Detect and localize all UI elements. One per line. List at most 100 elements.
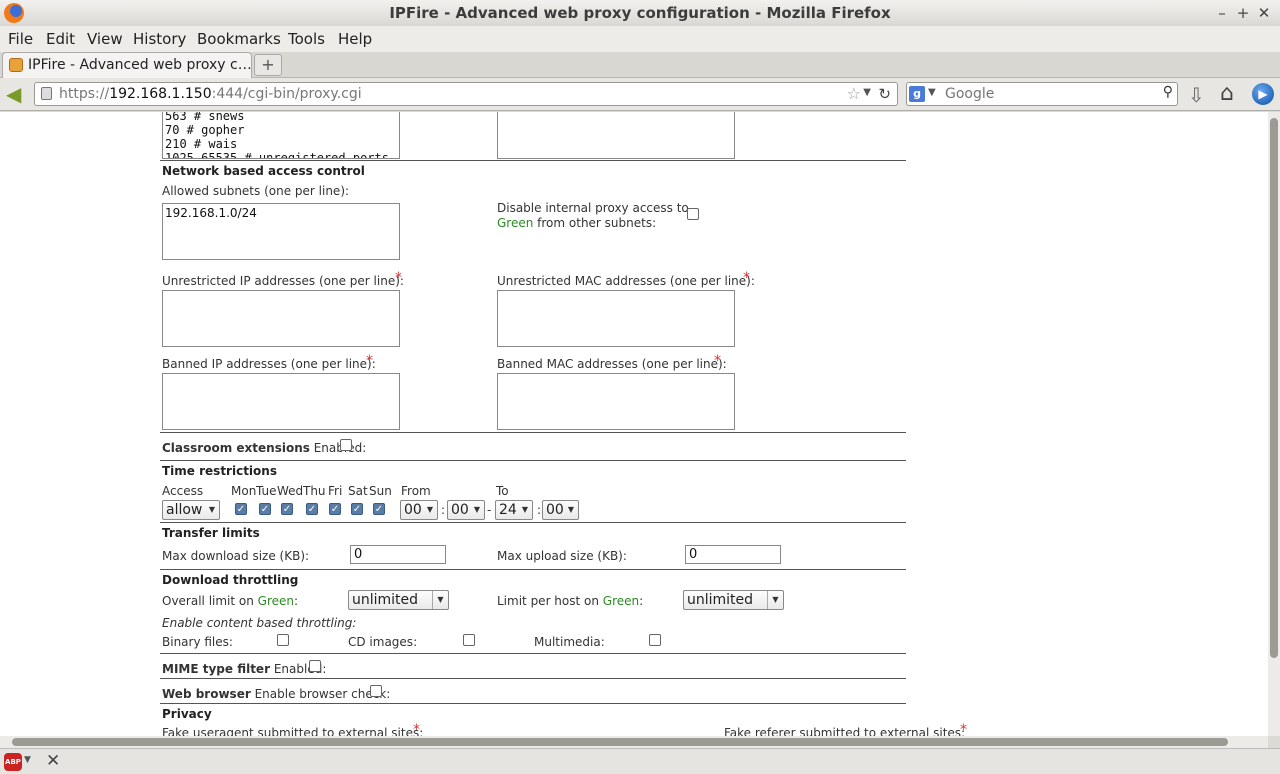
day-sun-checkbox[interactable]: ✓ xyxy=(373,503,385,515)
close-addon-bar-icon[interactable]: ✕ xyxy=(46,751,60,771)
navigation-toolbar: ◀ https://192.168.1.150:444/cgi-bin/prox… xyxy=(0,78,1280,111)
chevron-down-icon: ▼ xyxy=(567,505,575,514)
access-select-value: allow xyxy=(166,502,203,518)
day-tue-checkbox[interactable]: ✓ xyxy=(259,503,271,515)
horizontal-scrollbar[interactable] xyxy=(0,736,1268,748)
reload-icon[interactable]: ↻ xyxy=(878,85,891,103)
allowed-subnets-textarea[interactable] xyxy=(162,203,400,260)
menu-edit[interactable]: Edit xyxy=(46,30,75,48)
unrestricted-mac-label: Unrestricted MAC addresses (one per line… xyxy=(497,274,755,288)
access-select[interactable]: allow ▼ xyxy=(162,500,220,520)
chevron-down-icon: ▼ xyxy=(432,591,448,609)
day-fri-checkbox[interactable]: ✓ xyxy=(329,503,341,515)
tab-ipfire-proxy[interactable]: IPFire - Advanced web proxy c… xyxy=(2,52,252,79)
vertical-scrollbar[interactable] xyxy=(1268,112,1280,736)
bookmark-star-icon[interactable]: ☆ xyxy=(847,84,861,103)
mime-enabled-checkbox[interactable] xyxy=(309,660,321,672)
section-network-access: Network based access control xyxy=(162,164,365,178)
new-tab-button[interactable]: + xyxy=(254,54,282,76)
green-zone-text: Green xyxy=(602,594,640,608)
per-host-limit-select[interactable]: unlimited ▼ xyxy=(683,590,784,610)
menu-history[interactable]: History xyxy=(133,30,186,48)
home-icon[interactable]: ⌂ xyxy=(1220,81,1234,106)
banned-mac-label: Banned MAC addresses (one per line): xyxy=(497,357,727,371)
required-mark: * xyxy=(960,722,967,736)
to-label: To xyxy=(496,484,509,498)
ipfire-favicon-icon xyxy=(9,58,23,72)
required-mark: * xyxy=(366,353,373,369)
url-path: :444/cgi-bin/proxy.cgi xyxy=(211,86,362,102)
max-download-input[interactable] xyxy=(350,545,446,564)
to-minute-value: 00 xyxy=(546,502,564,518)
unrestricted-mac-textarea[interactable] xyxy=(497,290,735,347)
search-engine-dropdown-icon[interactable]: ▼ xyxy=(928,87,936,98)
cd-images-checkbox[interactable] xyxy=(463,634,475,646)
max-upload-input[interactable] xyxy=(685,545,781,564)
day-sat-checkbox[interactable]: ✓ xyxy=(351,503,363,515)
divider xyxy=(160,678,906,679)
menu-view[interactable]: View xyxy=(87,30,123,48)
back-arrow-icon[interactable]: ◀ xyxy=(6,84,28,106)
minimize-button[interactable]: – xyxy=(1212,0,1232,26)
menu-file[interactable]: File xyxy=(8,30,33,48)
disable-internal-label-line1: Disable internal proxy access to xyxy=(497,201,689,215)
disable-internal-checkbox[interactable] xyxy=(687,208,699,220)
day-wed-checkbox[interactable]: ✓ xyxy=(281,503,293,515)
day-thu-checkbox[interactable]: ✓ xyxy=(306,503,318,515)
divider xyxy=(160,432,906,433)
overall-limit-value: unlimited xyxy=(352,592,419,608)
horizontal-scroll-thumb[interactable] xyxy=(12,738,1228,746)
close-window-button[interactable]: ✕ xyxy=(1254,0,1274,26)
divider xyxy=(160,522,906,523)
url-bar[interactable]: https://192.168.1.150:444/cgi-bin/proxy.… xyxy=(34,82,898,106)
maximize-button[interactable]: + xyxy=(1233,0,1253,26)
browser-check-checkbox[interactable] xyxy=(370,685,382,697)
per-host-limit-value: unlimited xyxy=(687,592,754,608)
menu-bar: File Edit View History Bookmarks Tools H… xyxy=(0,26,1280,52)
url-history-dropdown-icon[interactable]: ▼ xyxy=(863,87,871,98)
day-mon-checkbox[interactable]: ✓ xyxy=(235,503,247,515)
ssl-ports-textarea[interactable] xyxy=(497,112,735,159)
menu-help[interactable]: Help xyxy=(338,30,372,48)
adblock-plus-icon[interactable]: ABP xyxy=(4,753,22,771)
classroom-enabled-checkbox[interactable] xyxy=(340,439,352,451)
fake-referer-label: Fake referer submitted to external sites… xyxy=(724,726,966,736)
vertical-scroll-thumb[interactable] xyxy=(1270,118,1278,658)
banned-ip-textarea[interactable] xyxy=(162,373,400,430)
search-magnifier-icon[interactable]: ⚲ xyxy=(1163,84,1173,100)
multimedia-checkbox[interactable] xyxy=(649,634,661,646)
required-mark: * xyxy=(413,722,420,736)
from-minute-select[interactable]: 00 ▼ xyxy=(447,500,485,520)
banned-mac-textarea[interactable] xyxy=(497,373,735,430)
day-tue-label: Tue xyxy=(256,484,277,498)
fake-useragent-label: Fake useragent submitted to external sit… xyxy=(162,726,424,736)
adblock-dropdown-icon[interactable]: ▼ xyxy=(24,755,31,765)
per-host-limit-label: Limit per host on Green: xyxy=(497,594,644,608)
downloads-icon[interactable]: ⇩ xyxy=(1188,83,1205,107)
google-engine-icon[interactable]: g xyxy=(909,86,925,102)
access-label: Access xyxy=(162,484,204,498)
section-time-restrictions: Time restrictions xyxy=(162,464,277,478)
search-input[interactable] xyxy=(943,85,1153,103)
green-zone-text: Green xyxy=(497,216,534,230)
chevron-down-icon: ▼ xyxy=(426,505,434,514)
divider xyxy=(160,460,906,461)
url-text[interactable]: https://192.168.1.150:444/cgi-bin/proxy.… xyxy=(59,86,362,102)
to-hour-value: 24 xyxy=(499,502,517,518)
menu-bookmarks[interactable]: Bookmarks xyxy=(197,30,281,48)
menu-tools[interactable]: Tools xyxy=(288,30,325,48)
tab-bar: IPFire - Advanced web proxy c… + xyxy=(0,52,1280,79)
overall-limit-select[interactable]: unlimited ▼ xyxy=(348,590,449,610)
search-bar[interactable]: g ▼ ⚲ xyxy=(906,82,1178,106)
to-hour-select[interactable]: 24 ▼ xyxy=(495,500,533,520)
to-minute-select[interactable]: 00 ▼ xyxy=(542,500,579,520)
browser-row: Web browser Enable browser check: xyxy=(162,687,390,701)
divider xyxy=(160,160,906,161)
safe-ports-textarea[interactable] xyxy=(162,112,400,159)
unrestricted-ip-textarea[interactable] xyxy=(162,290,400,347)
addon-toolbar-icon[interactable]: ▶ xyxy=(1252,83,1274,105)
from-minute-value: 00 xyxy=(451,502,469,518)
disable-internal-suffix: from other subnets: xyxy=(533,216,657,230)
from-hour-select[interactable]: 00 ▼ xyxy=(400,500,438,520)
binary-files-checkbox[interactable] xyxy=(277,634,289,646)
